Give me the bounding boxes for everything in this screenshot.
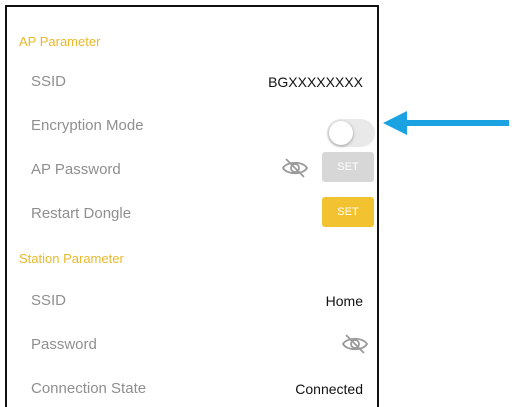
connection-state-label: Connection State: [31, 380, 147, 397]
connection-state-value: Connected: [295, 381, 363, 397]
station-password-label: Password: [31, 336, 97, 353]
ap-ssid-value: BGXXXXXXXX: [268, 74, 363, 90]
ap-password-label: AP Password: [31, 161, 121, 178]
restart-dongle-set-button[interactable]: SET: [322, 197, 374, 227]
station-parameter-header: Station Parameter: [19, 251, 124, 266]
arrow-left-icon: [383, 111, 509, 135]
ap-ssid-label: SSID: [31, 73, 67, 90]
ap-parameter-header: AP Parameter: [19, 34, 101, 49]
settings-panel: AP Parameter SSID BGXXXXXXXX Encryption …: [5, 5, 379, 407]
station-ssid-value: Home: [325, 293, 363, 309]
encryption-mode-toggle[interactable]: [327, 119, 375, 147]
ap-password-set-button[interactable]: SET: [322, 152, 374, 182]
restart-dongle-label: Restart Dongle: [31, 205, 132, 222]
station-ssid-label: SSID: [31, 292, 67, 309]
encryption-mode-label: Encryption Mode: [31, 117, 144, 134]
eye-slash-icon[interactable]: [281, 157, 309, 179]
toggle-knob: [329, 121, 353, 145]
eye-slash-icon[interactable]: [341, 333, 369, 355]
